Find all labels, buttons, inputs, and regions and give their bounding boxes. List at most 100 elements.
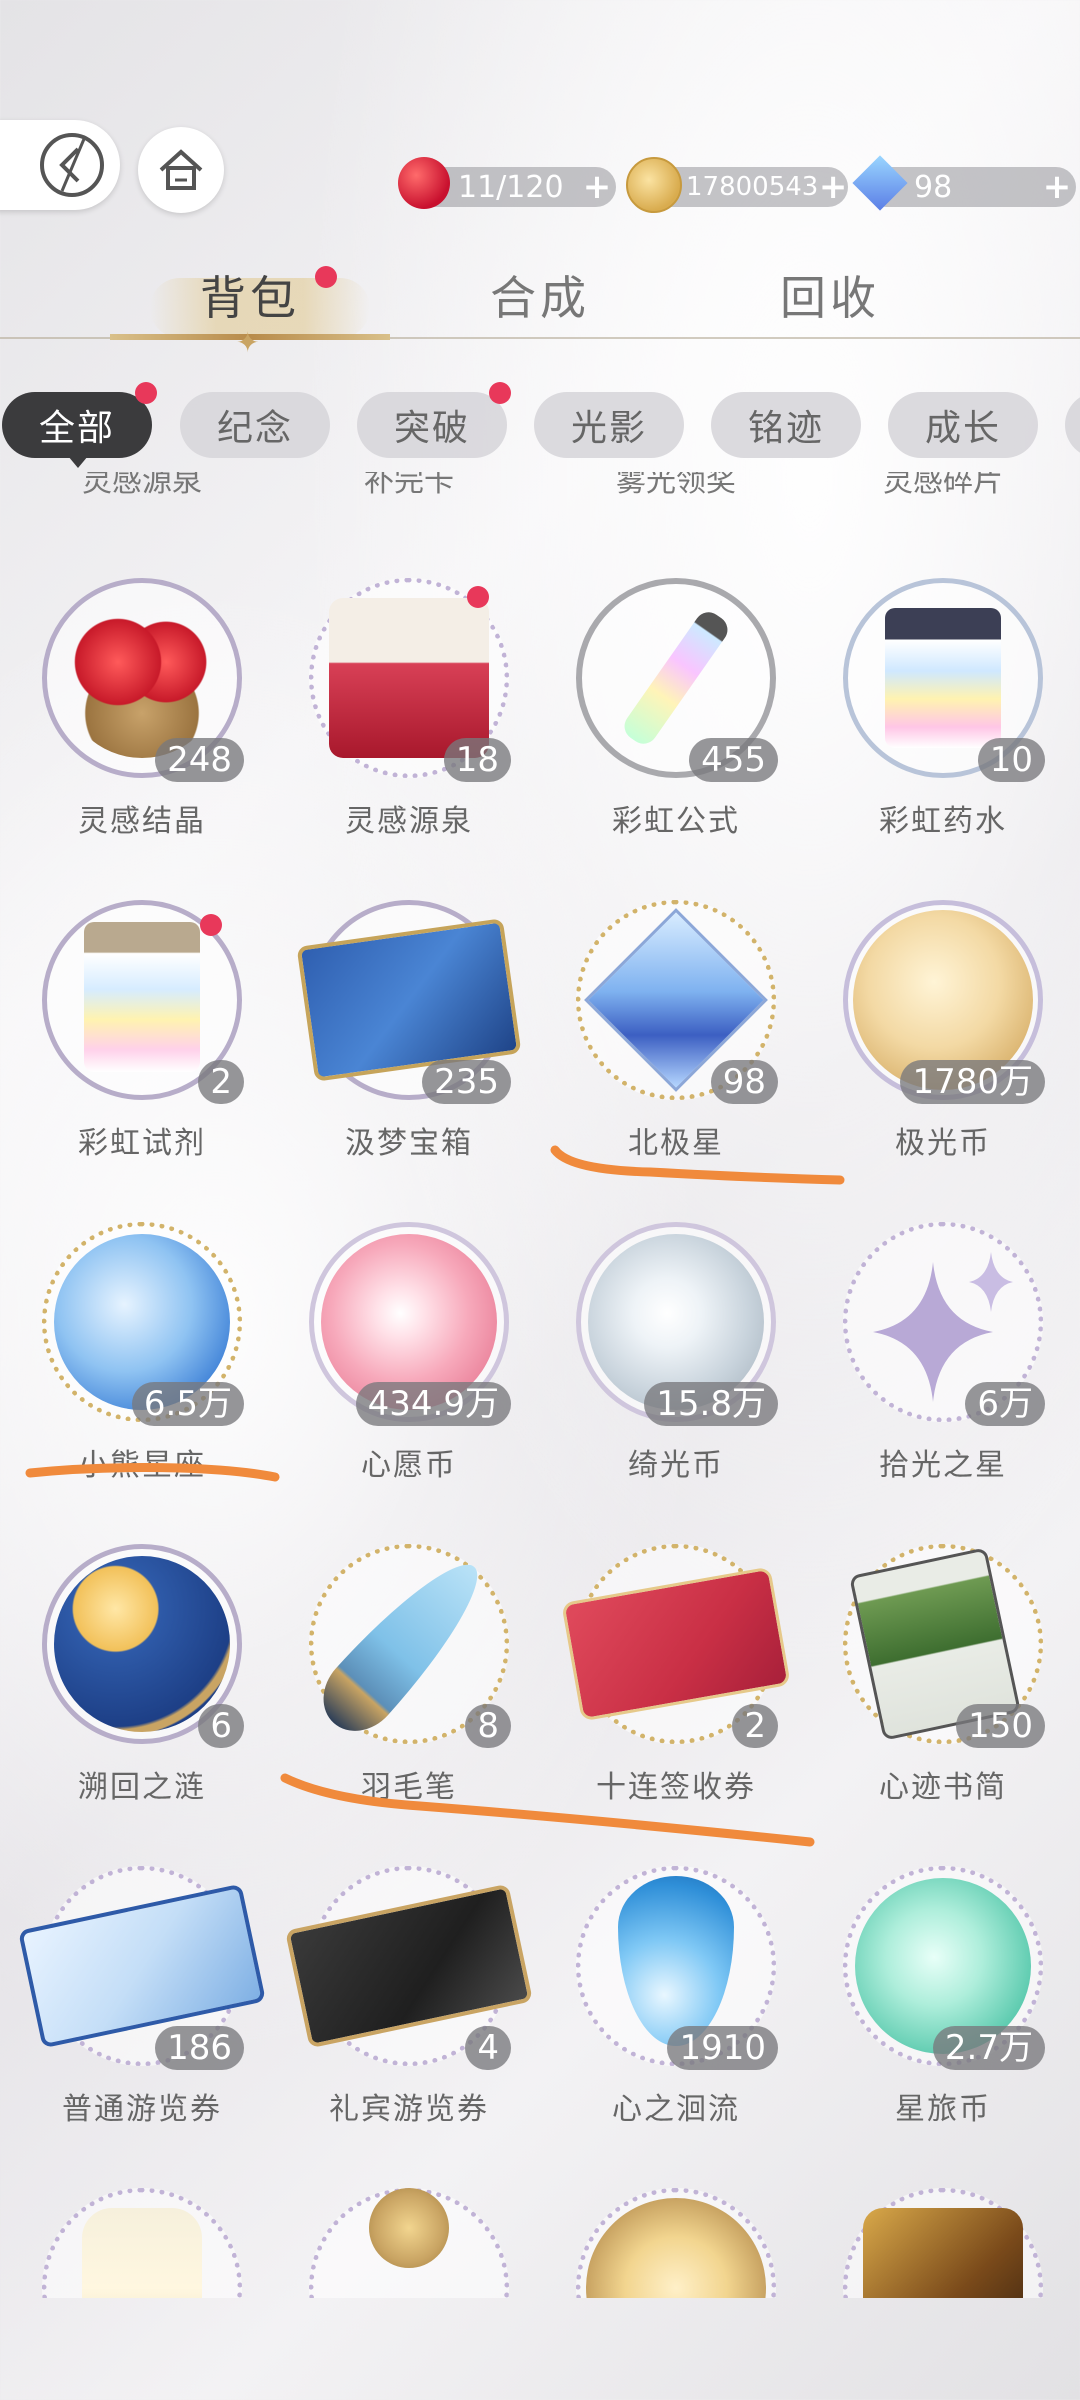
item-count: 2.7万 xyxy=(932,2026,1045,2070)
filter-more[interactable] xyxy=(1065,392,1080,458)
back-button[interactable] xyxy=(0,120,120,210)
key-icon xyxy=(369,2188,449,2268)
sparkle-icon: ✦ xyxy=(236,326,260,359)
item-name: 彩虹药水 xyxy=(879,804,1007,839)
item-name: 羽毛笔 xyxy=(361,1770,457,1805)
item-card[interactable]: 150 心迹书简 xyxy=(823,1544,1063,1844)
item-name: 心之洄流 xyxy=(612,2092,740,2127)
item-count: 8 xyxy=(465,1704,511,1748)
vip-ticket-icon xyxy=(285,1883,533,2049)
item-count: 186 xyxy=(155,2026,244,2070)
item-card[interactable]: 4 礼宾游览券 xyxy=(285,1866,533,2166)
add-diamond-button[interactable]: + xyxy=(1038,167,1076,207)
item-badge xyxy=(200,914,222,936)
item-count: 1910 xyxy=(667,2026,778,2070)
filter-light-shadow[interactable]: 光影 xyxy=(534,392,684,458)
main-tabs: 背包 合成 回收 xyxy=(0,262,1080,342)
item-name: 拾光之星 xyxy=(879,1448,1007,1483)
item-card[interactable]: 8 羽毛笔 xyxy=(289,1543,529,1844)
item-card[interactable] xyxy=(22,2188,262,2298)
item-count: 2 xyxy=(198,1060,244,1104)
item-card[interactable] xyxy=(289,2188,529,2298)
item-card[interactable]: 18 灵感源泉 xyxy=(289,578,529,878)
item-name: 礼宾游览券 xyxy=(329,2092,489,2127)
partial-item-label: 雾光领奖 xyxy=(616,472,736,499)
item-name: 星旅币 xyxy=(895,2092,991,2127)
item-card[interactable]: 434.9万 心愿币 xyxy=(289,1222,529,1522)
filter-breakthrough[interactable]: 突破 xyxy=(357,392,507,458)
filter-growth[interactable]: 成长 xyxy=(888,392,1038,458)
add-coin-button[interactable]: + xyxy=(818,167,848,207)
tab-recycle[interactable]: 回收 xyxy=(780,262,880,328)
item-card[interactable]: 1910 心之洄流 xyxy=(556,1866,796,2166)
item-card[interactable]: 2 彩虹试剂 xyxy=(22,900,262,1200)
item-card[interactable]: 6.5万 小熊星座 xyxy=(22,1222,262,1522)
sun-moon-icon xyxy=(54,1556,230,1732)
item-count: 235 xyxy=(422,1060,511,1104)
item-name: 小熊星座 xyxy=(78,1448,206,1483)
diamond-resource: 98 + xyxy=(852,155,1076,211)
item-name: 心愿币 xyxy=(361,1448,457,1483)
item-card[interactable] xyxy=(823,2188,1063,2298)
item-card[interactable]: 248 灵感结晶 xyxy=(22,578,262,878)
item-count: 455 xyxy=(689,738,778,782)
item-count: 6 xyxy=(198,1704,244,1748)
item-badge xyxy=(467,586,489,608)
filter-breakthrough-badge xyxy=(489,382,511,404)
tab-backpack[interactable]: 背包 xyxy=(200,262,300,328)
home-icon xyxy=(159,149,203,190)
item-count: 150 xyxy=(956,1704,1045,1748)
home-button[interactable] xyxy=(138,127,224,213)
apple-basket-icon xyxy=(62,598,222,758)
diamond-count: 98 xyxy=(914,169,953,205)
item-card[interactable]: 455 彩虹公式 xyxy=(556,578,796,878)
filter-memorial[interactable]: 纪念 xyxy=(180,392,330,458)
blue-chest-icon xyxy=(296,918,522,1082)
filter-all-badge xyxy=(135,382,157,404)
item-name: 心迹书简 xyxy=(879,1770,1007,1805)
coin-count: 17800543 xyxy=(686,172,819,202)
item-card[interactable]: 6 溯回之涟 xyxy=(22,1544,262,1844)
back-arrow-icon xyxy=(40,133,104,197)
tab-backpack-badge xyxy=(315,266,337,288)
tab-synthesis[interactable]: 合成 xyxy=(490,262,590,328)
item-card[interactable]: 186 普通游览券 xyxy=(18,1866,266,2166)
item-count: 434.9万 xyxy=(355,1382,511,1426)
item-count: 15.8万 xyxy=(644,1382,778,1426)
active-filter-pointer xyxy=(68,456,88,468)
item-count: 4 xyxy=(465,2026,511,2070)
item-count: 248 xyxy=(155,738,244,782)
partial-item-label: 灵感源泉 xyxy=(82,472,202,499)
item-name: 十连签收券 xyxy=(596,1770,756,1805)
item-name: 溯回之涟 xyxy=(78,1770,206,1805)
item-name: 普通游览券 xyxy=(62,2092,222,2127)
item-card[interactable]: 235 汲梦宝箱 xyxy=(289,900,529,1200)
item-name: 灵感源泉 xyxy=(345,804,473,839)
apple-icon xyxy=(398,157,450,209)
item-card[interactable]: 1780万 极光币 xyxy=(823,900,1063,1200)
item-card[interactable]: 15.8万 绮光币 xyxy=(556,1222,796,1522)
item-card[interactable]: 98 北极星 xyxy=(556,900,796,1200)
item-card[interactable] xyxy=(556,2188,796,2298)
rainbow-bottle-icon xyxy=(84,922,200,1072)
filter-all[interactable]: 全部 xyxy=(2,392,152,458)
bottle-icon xyxy=(82,2208,202,2298)
item-card[interactable]: 6万 拾光之星 xyxy=(823,1222,1063,1522)
item-card[interactable]: 10 彩虹药水 xyxy=(823,578,1063,878)
item-name: 汲梦宝箱 xyxy=(345,1126,473,1161)
add-apple-button[interactable]: + xyxy=(578,167,616,207)
sparkle-star-icon xyxy=(873,1252,1013,1402)
item-count: 6.5万 xyxy=(131,1382,244,1426)
item-count: 6万 xyxy=(965,1382,1045,1426)
partial-item-label: 灵感碎片 xyxy=(883,472,1003,499)
item-name: 彩虹公式 xyxy=(612,804,740,839)
apple-count: 11/120 xyxy=(458,169,564,205)
rainbow-jar-icon xyxy=(885,608,1001,748)
item-card[interactable]: 2.7万 星旅币 xyxy=(823,1866,1063,2166)
item-count: 18 xyxy=(443,738,511,782)
item-card[interactable]: 2 十连签收券 xyxy=(556,1544,796,1844)
diamond-icon xyxy=(852,155,908,211)
item-name: 彩虹试剂 xyxy=(78,1126,206,1161)
filter-trace[interactable]: 铭迹 xyxy=(711,392,861,458)
apple-box-icon xyxy=(329,598,489,758)
